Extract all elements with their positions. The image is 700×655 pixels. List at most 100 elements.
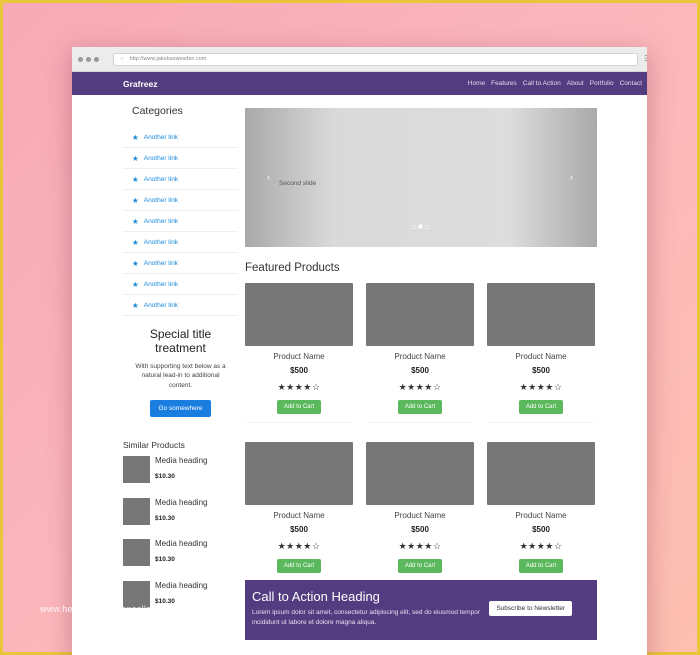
address-bar[interactable]: ○ http://www.jakobaswesden.com [113,52,638,66]
window-dot-icon[interactable] [86,56,91,62]
product-name[interactable]: Product Name [487,511,595,520]
product-image[interactable] [245,283,353,346]
media-body: Media heading $10.30 [155,581,207,623]
chevron-right-icon[interactable]: › [570,172,573,182]
browser-window: ○ http://www.jakobaswesden.com ☰ Grafree… [72,47,647,655]
nav-links: Home Features Call to Action About Portf… [468,80,642,87]
media-item[interactable]: Media heading $10.30 [123,456,238,498]
cta-text: Lorem ipsum dolor sit amet, consectetur … [252,609,480,626]
category-link-label: Another link [143,196,179,204]
go-somewhere-button[interactable]: Go somewhere [150,399,211,417]
media-heading: Media heading [155,539,208,548]
product-card: Product Name $500 ★★★★☆ Add to Cart [487,442,595,582]
media-item[interactable]: Media heading $10.30 [123,539,238,581]
carousel-indicator[interactable] [412,224,416,229]
media-heading: Media heading [155,497,208,507]
product-name[interactable]: Product Name [245,511,353,520]
window-controls[interactable] [78,56,99,62]
nav-link-home[interactable]: Home [468,80,485,87]
media-price: $10.30 [155,556,175,563]
category-link[interactable]: ★ Another link [123,232,238,253]
media-body: Media heading $10.30 [155,539,207,581]
sidebar: Categories ★ Another link ★ Another link ★… [123,105,238,417]
media-thumbnail[interactable] [123,456,150,483]
category-link[interactable]: ★ Another link [123,295,238,316]
rating-stars-icon: ★★★★☆ [277,382,321,392]
category-link-label: Another link [143,217,179,225]
product-price: $500 [290,366,308,375]
site-brand[interactable]: Grafreez [123,79,158,89]
media-price: $10.30 [155,514,175,522]
star-icon: ★ [132,153,139,163]
product-image[interactable] [366,442,474,505]
browser-menu-icon[interactable]: ☰ [644,55,647,63]
add-to-cart-button[interactable]: Add to Cart [276,559,322,573]
add-to-cart-button[interactable]: Add to Cart [518,559,564,573]
product-name[interactable]: Product Name [487,352,595,361]
media-price: $10.30 [155,473,175,480]
rating-stars-icon: ★★★★☆ [398,541,442,551]
chevron-left-icon[interactable]: ‹ [267,172,270,182]
product-image[interactable] [487,442,595,505]
category-link-label: Another link [143,154,179,162]
rating-stars-icon: ★★★★☆ [277,541,321,551]
window-dot-icon[interactable] [78,56,83,62]
product-price: $500 [532,525,550,534]
site-navbar: Grafreez Home Features Call to Action Ab… [72,72,647,95]
add-to-cart-button[interactable]: Add to Cart [397,400,443,414]
category-link-label: Another link [143,238,179,246]
nav-link-contact[interactable]: Contact [620,80,642,87]
category-link[interactable]: ★ Another link [123,253,238,274]
category-link[interactable]: ★ Another link [123,190,238,211]
category-link[interactable]: ★ Another link [123,274,238,295]
main-column: ‹ Second slide › Featured Products Produ… [245,108,597,582]
special-title: Special title treatment [149,327,212,355]
category-link[interactable]: ★ Another link [123,169,238,190]
product-price: $500 [532,366,550,375]
window-dot-icon[interactable] [94,56,99,62]
subscribe-newsletter-button[interactable]: Subscribe to Newsletter [489,601,572,616]
rating-stars-icon: ★★★★☆ [398,382,442,392]
product-name[interactable]: Product Name [366,511,474,520]
add-to-cart-button[interactable]: Add to Cart [397,559,443,573]
nav-link-about[interactable]: About [567,80,584,87]
nav-link-call-to-action[interactable]: Call to Action [523,80,561,87]
product-grid-row: Product Name $500 ★★★★☆ Add to Cart Prod… [245,283,597,423]
hero-carousel[interactable]: ‹ Second slide › [245,108,597,247]
add-to-cart-button[interactable]: Add to Cart [276,400,322,414]
media-item[interactable]: Media heading $10.30 [123,497,238,540]
carousel-indicators [412,224,429,229]
media-item[interactable]: Media heading $10.30 [123,580,238,623]
star-icon: ★ [132,258,139,268]
star-icon: ★ [132,195,139,205]
product-name[interactable]: Product Name [245,352,353,361]
product-card: Product Name $500 ★★★★☆ Add to Cart [366,442,474,582]
browser-toolbar: ○ http://www.jakobaswesden.com ☰ [72,47,647,72]
add-to-cart-button[interactable]: Add to Cart [518,400,564,414]
media-heading: Media heading [155,456,208,465]
product-name[interactable]: Product Name [366,352,474,361]
product-image[interactable] [487,283,595,346]
rating-stars-icon: ★★★★☆ [519,382,563,392]
nav-link-features[interactable]: Features [491,80,517,87]
category-link[interactable]: ★ Another link [123,127,238,148]
nav-link-portfolio[interactable]: Portfolio [590,80,614,87]
product-image[interactable] [245,442,353,505]
special-text: With supporting text below as a natural … [135,362,226,390]
featured-products-title: Featured Products [245,262,340,274]
call-to-action-banner: Call to Action Heading Lorem ipsum dolor… [245,580,597,640]
address-text: http://www.jakobaswesden.com [129,56,207,62]
category-link[interactable]: ★ Another link [123,148,238,169]
star-icon: ★ [132,279,139,289]
star-icon: ★ [132,216,139,226]
product-card: Product Name $500 ★★★★☆ Add to Cart [487,283,595,423]
carousel-indicator[interactable] [425,224,429,229]
category-link[interactable]: ★ Another link [123,211,238,232]
product-image[interactable] [366,283,474,346]
star-icon: ★ [132,174,139,184]
media-thumbnail[interactable] [123,497,150,525]
star-icon: ★ [132,132,139,142]
carousel-indicator-active[interactable] [418,224,423,229]
media-thumbnail[interactable] [123,539,150,566]
product-grid-row: Product Name $500 ★★★★☆ Add to Cart Prod… [245,442,597,582]
